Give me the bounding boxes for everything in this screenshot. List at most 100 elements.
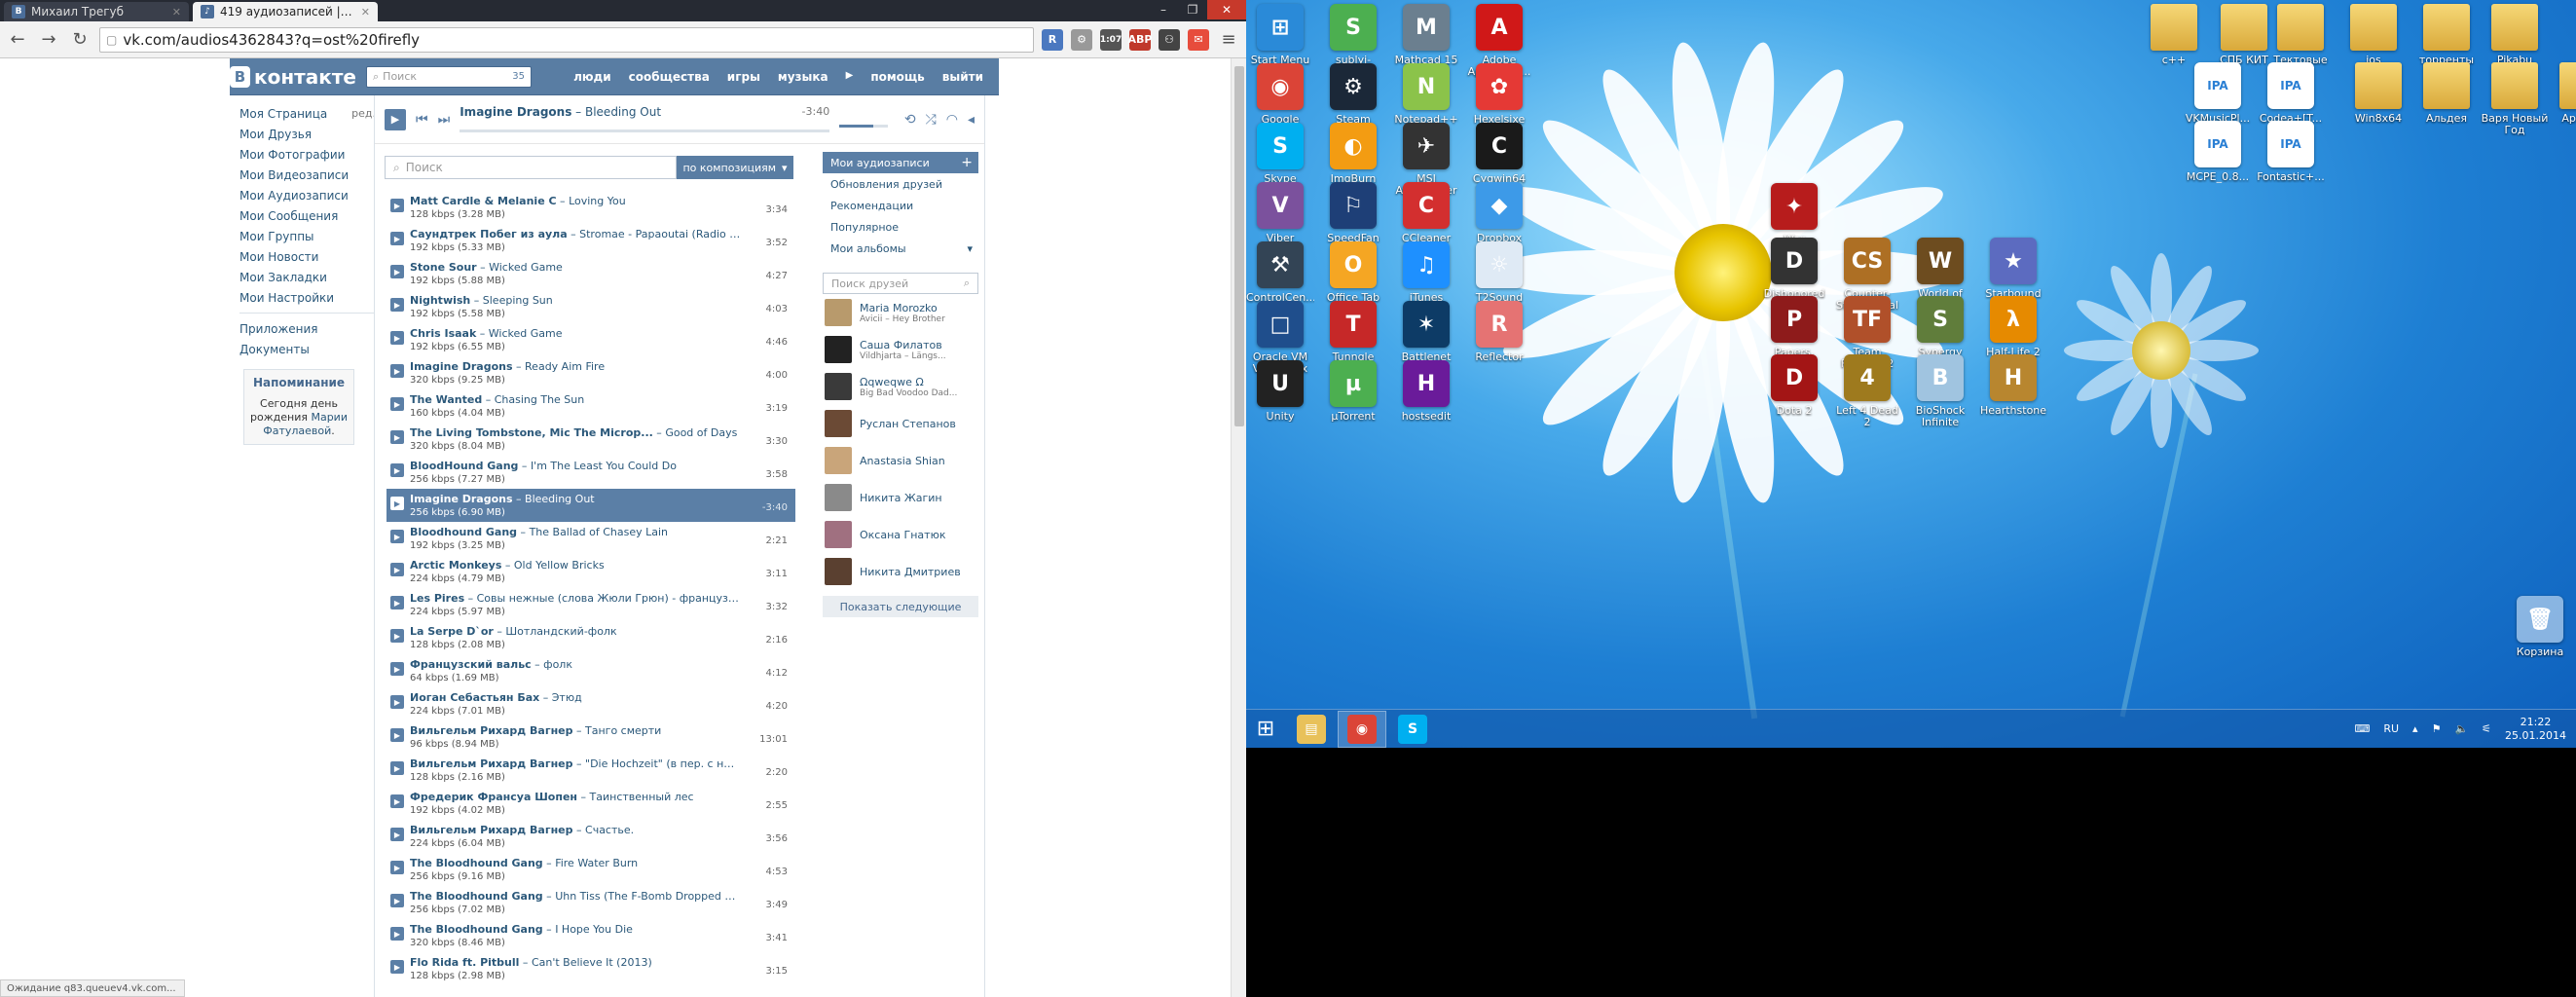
track-name[interactable]: Can't Believe It (2013) xyxy=(532,956,652,969)
track-artist[interactable]: Arctic Monkeys xyxy=(410,559,501,572)
language-indicator[interactable]: RU xyxy=(2383,722,2399,735)
show-more-button[interactable]: Показать следующие xyxy=(823,596,978,617)
menu-icon[interactable]: ≡ xyxy=(1217,28,1240,52)
track-row[interactable]: ▶ Вильгельм Рихард Вагнер – Счастье. 224 k… xyxy=(386,820,795,853)
nav-people[interactable]: люди xyxy=(573,70,611,84)
avatar[interactable] xyxy=(825,373,852,400)
now-playing-time[interactable]: -3:40 xyxy=(802,105,830,118)
menu-item-bookmarks[interactable]: Мои Закладки xyxy=(239,267,376,287)
maximize-icon[interactable]: ❐ xyxy=(1178,0,1207,19)
track-name[interactable]: Stromae - Papaoutai (Radio Edit) xyxy=(579,228,741,240)
desktop-icon[interactable]: Hhostsedit xyxy=(1394,360,1458,448)
track-name[interactable]: "Die Hochzeit" (в пер. с нем. "С... xyxy=(585,757,741,770)
play-icon[interactable]: ▶ xyxy=(390,828,404,841)
avatar[interactable] xyxy=(825,484,852,511)
address-bar[interactable]: ▢ vk.com/audios4362843?q=ost%20firefly xyxy=(99,26,1034,53)
recycle-bin[interactable]: 🗑 Корзина xyxy=(2508,596,2572,683)
friend-item[interactable]: Anastasia Shian xyxy=(823,442,978,479)
track-row[interactable]: ▶ Les Pires – Совы нежные (слова Жюли Грю… xyxy=(386,588,795,621)
window-close-icon[interactable]: ✕ xyxy=(1207,0,1246,19)
vk-search-input[interactable]: ⌕ Поиск 35 xyxy=(366,65,532,88)
play-arrow-icon[interactable]: ▶ xyxy=(846,70,854,84)
page-scrollbar[interactable] xyxy=(1231,58,1246,997)
taskbar-explorer[interactable]: ▤ xyxy=(1287,711,1336,748)
track-artist[interactable]: Chris Isaak xyxy=(410,327,476,340)
play-icon[interactable]: ▶ xyxy=(390,596,404,609)
play-icon[interactable]: ▶ xyxy=(390,761,404,775)
track-artist[interactable]: The Wanted xyxy=(410,393,482,406)
friend-search-input[interactable]: Поиск друзей ⌕ xyxy=(823,273,978,294)
menu-item-my-page[interactable]: Моя Страница ред. xyxy=(239,103,376,124)
friend-item[interactable]: Никита Дмитриев xyxy=(823,553,978,590)
pomodoro-extension-icon[interactable]: 1:07 xyxy=(1100,28,1122,51)
play-icon[interactable]: ▶ xyxy=(390,794,404,808)
play-icon[interactable]: ▶ xyxy=(390,695,404,709)
section-popular[interactable]: Популярное xyxy=(823,216,978,238)
track-row[interactable]: ▶ Stone Sour – Wicked Game 192 kbps (5.88 … xyxy=(386,257,795,290)
menu-label[interactable]: Документы xyxy=(239,343,310,356)
play-icon[interactable]: ▶ xyxy=(390,364,404,378)
track-artist[interactable]: Вильгельм Рихард Вагнер xyxy=(410,757,573,770)
menu-label[interactable]: Мои Группы xyxy=(239,230,314,243)
track-name[interactable]: Old Yellow Bricks xyxy=(514,559,605,572)
track-name[interactable]: I'm The Least You Could Do xyxy=(531,460,677,472)
play-icon[interactable]: ▶ xyxy=(385,108,406,130)
desktop-icon[interactable]: H Hearthstone xyxy=(1980,354,2046,442)
track-row[interactable]: ▶ BloodHound Gang – I'm The Least You Cou… xyxy=(386,456,795,489)
keyboard-icon[interactable]: ⌨ xyxy=(2354,722,2370,735)
track-row[interactable]: ▶ The Bloodhound Gang – Uhn Tiss (The F-B… xyxy=(386,886,795,919)
menu-item-audio[interactable]: Мои Аудиозаписи xyxy=(239,185,376,205)
track-name[interactable]: Chasing The Sun xyxy=(495,393,585,406)
friend-name[interactable]: Оксана Гнатюк xyxy=(860,529,945,541)
play-icon[interactable]: ▶ xyxy=(390,530,404,543)
track-name[interactable]: Loving You xyxy=(569,195,626,207)
extension-icon[interactable]: ✉ xyxy=(1188,28,1209,51)
tab-profile[interactable]: В Михаил Трегуб ✕ xyxy=(4,2,189,21)
track-name[interactable]: Wicked Game xyxy=(489,327,563,340)
show-hidden-icons-icon[interactable]: ▴ xyxy=(2412,722,2418,735)
play-icon[interactable]: ▶ xyxy=(390,861,404,874)
desktop-icon[interactable]: µ µTorrent xyxy=(1321,360,1385,448)
now-playing-artist[interactable]: Imagine Dragons xyxy=(460,105,571,119)
friend-name[interactable]: Никита Дмитриев xyxy=(860,566,961,578)
menu-item-settings[interactable]: Мои Настройки xyxy=(239,287,376,308)
desktop-icon[interactable]: Win8x64 xyxy=(2346,62,2410,150)
desktop-icon[interactable]: 4 Left 4 Dead 2 xyxy=(1835,354,1899,442)
track-row[interactable]: ▶ La Serpe D`or – Шотландский-фолк 128 kbp… xyxy=(386,621,795,654)
play-icon[interactable]: ▶ xyxy=(390,298,404,312)
nav-music[interactable]: музыка xyxy=(778,70,828,84)
friend-item[interactable]: Оксана Гнатюк xyxy=(823,516,978,553)
menu-item-videos[interactable]: Мои Видеозаписи xyxy=(239,165,376,185)
menu-label[interactable]: Мои Фотографии xyxy=(239,148,345,162)
track-row[interactable]: ▶ The Wanted – Chasing The Sun 160 kbps (4… xyxy=(386,389,795,423)
track-name[interactable]: Uhn Tiss (The F-Bomb Dropped Edit) xyxy=(555,890,741,903)
track-artist[interactable]: Flo Rida ft. Pitbull xyxy=(410,956,519,969)
back-arrow-icon[interactable]: ← xyxy=(6,28,29,52)
track-row[interactable]: ▶ Bloodhound Gang – The Ballad of Chasey … xyxy=(386,522,795,555)
track-row[interactable]: ▶ Вильгельм Рихард Вагнер – Танго смерти 9… xyxy=(386,720,795,754)
rss-extension-icon[interactable]: R xyxy=(1042,28,1063,51)
repeat-icon[interactable]: ⟲ xyxy=(904,112,916,128)
desktop-icon[interactable]: B BioShock Infinite xyxy=(1908,354,1972,442)
track-artist[interactable]: Фредерик Франсуа Шопен xyxy=(410,791,577,803)
track-name[interactable]: Шотландский-фолк xyxy=(505,625,616,638)
track-name[interactable]: Bleeding Out xyxy=(525,493,595,505)
track-artist[interactable]: Matt Cardle & Melanie C xyxy=(410,195,557,207)
desktop-icon[interactable]: Архивы xyxy=(2551,62,2576,150)
desktop-icon[interactable]: R Reflector xyxy=(1467,301,1531,388)
friend-item[interactable]: Никита Жагин xyxy=(823,479,978,516)
section-recommendations[interactable]: Рекомендации xyxy=(823,195,978,216)
track-row[interactable]: ▶ Французский вальс – фолк 64 kbps (1.69 M… xyxy=(386,654,795,687)
next-track-icon[interactable]: ⏭ xyxy=(438,112,451,128)
nav-games[interactable]: игры xyxy=(727,70,760,84)
track-artist[interactable]: Французский вальс xyxy=(410,658,532,671)
friend-item[interactable]: Саша Филатов Vildhjarta – Längs... xyxy=(823,331,978,368)
shuffle-icon[interactable]: ⤮ xyxy=(926,112,937,128)
track-name[interactable]: Таинственный лес xyxy=(590,791,694,803)
track-row[interactable]: ▶ Иоган Себастьян Бах – Этюд 224 kbps (7.0… xyxy=(386,687,795,720)
search-mode-dropdown[interactable]: по композициям ▾ xyxy=(677,156,793,179)
close-tab-icon[interactable]: ✕ xyxy=(172,6,181,18)
tab-audio[interactable]: ♪ 419 аудиозаписей | Ауди ✕ xyxy=(193,2,378,21)
taskbar-chrome[interactable]: ◉ xyxy=(1338,710,1386,748)
play-icon[interactable]: ▶ xyxy=(390,497,404,510)
